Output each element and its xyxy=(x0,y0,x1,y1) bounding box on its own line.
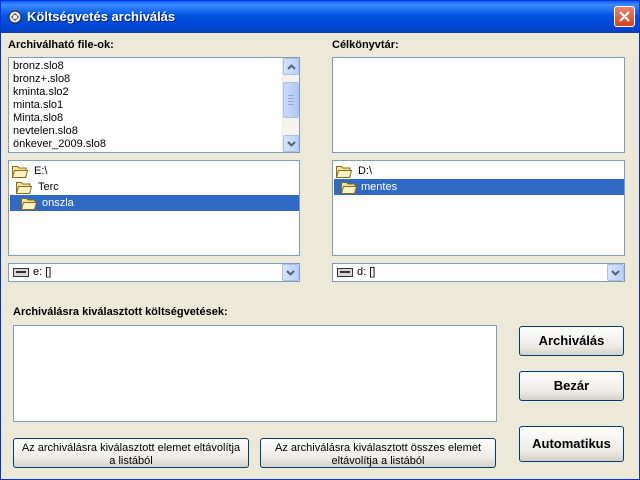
folder-open-icon xyxy=(336,166,352,178)
window-title: Költségvetés archiválás xyxy=(27,9,176,24)
folder-open-icon xyxy=(12,166,28,178)
remove-selected-button[interactable]: Az archiválásra kiválasztott elemet eltá… xyxy=(13,438,249,468)
file-item[interactable]: önkever_2009.slo8 xyxy=(9,138,299,151)
source-files-label: Archiválható file-ok: xyxy=(8,39,114,51)
chevron-down-icon xyxy=(287,141,296,147)
auto-button[interactable]: Automatikus xyxy=(519,426,624,462)
folder-open-icon xyxy=(341,182,357,194)
target-folder-list[interactable]: D:\ mentes xyxy=(332,160,625,256)
file-item[interactable]: bronz+.slo8 xyxy=(9,73,299,86)
target-file-list[interactable] xyxy=(332,57,625,153)
archive-button[interactable]: Archiválás xyxy=(519,326,624,356)
remove-all-label: Az archiválásra kiválasztott összes elem… xyxy=(274,442,482,467)
archive-button-label: Archiválás xyxy=(538,333,605,348)
chevron-down-icon xyxy=(611,270,620,276)
source-drive-value: e: [] xyxy=(33,266,52,278)
target-drive-select[interactable]: d: [] xyxy=(332,263,625,282)
source-drive-select[interactable]: e: [] xyxy=(8,263,300,282)
target-folder-label: Célkönyvtár: xyxy=(332,39,399,51)
file-item[interactable]: minta.slo1 xyxy=(9,99,299,112)
scroll-thumb[interactable] xyxy=(283,82,299,118)
folder-open-icon xyxy=(16,182,32,194)
source-file-list[interactable]: bronz.slo8 bronz+.slo8 kminta.slo2 minta… xyxy=(8,57,300,153)
file-item[interactable]: Minta.slo8 xyxy=(9,112,299,125)
archive-app-icon xyxy=(8,10,22,24)
target-drive-value: d: [] xyxy=(357,266,376,278)
scroll-up-button[interactable] xyxy=(283,58,299,75)
scroll-down-button[interactable] xyxy=(283,135,299,152)
file-item[interactable]: nevtelen.slo8 xyxy=(9,125,299,138)
title-bar[interactable]: Költségvetés archiválás xyxy=(1,1,639,33)
folder-item-mentes[interactable]: mentes xyxy=(334,179,624,195)
close-window-button[interactable] xyxy=(614,6,635,27)
folder-open-icon xyxy=(21,198,37,210)
drive-icon xyxy=(13,268,29,277)
selected-list[interactable] xyxy=(13,325,497,422)
folder-label: Terc xyxy=(38,181,59,193)
folder-item-root[interactable]: E:\ xyxy=(12,163,212,179)
close-icon xyxy=(619,11,630,22)
folder-label: onszla xyxy=(42,197,74,209)
archive-dialog: Költségvetés archiválás Archiválható fil… xyxy=(0,0,640,480)
remove-selected-label: Az archiválásra kiválasztott elemet eltá… xyxy=(21,442,241,467)
chevron-down-icon xyxy=(286,270,295,276)
auto-button-label: Automatikus xyxy=(532,436,611,451)
close-button[interactable]: Bezár xyxy=(519,371,624,401)
folder-label: D:\ xyxy=(358,165,373,177)
folder-item-root[interactable]: D:\ xyxy=(336,163,536,179)
close-button-label: Bezár xyxy=(553,378,590,393)
drive-icon xyxy=(337,268,353,277)
file-item[interactable]: bronz.slo8 xyxy=(9,60,299,73)
remove-all-button[interactable]: Az archiválásra kiválasztott összes elem… xyxy=(260,438,496,468)
folder-label: E:\ xyxy=(34,165,48,177)
selected-list-label: Archiválásra kiválasztott költségvetések… xyxy=(13,306,228,318)
dropdown-button[interactable] xyxy=(607,264,624,281)
source-file-scrollbar[interactable] xyxy=(282,58,299,152)
file-item[interactable]: kminta.slo2 xyxy=(9,86,299,99)
chevron-up-icon xyxy=(287,64,296,70)
folder-item-terc[interactable]: Terc xyxy=(16,179,216,195)
source-folder-list[interactable]: E:\ Terc onszla xyxy=(8,160,300,256)
folder-item-onszla[interactable]: onszla xyxy=(10,195,299,211)
dropdown-button[interactable] xyxy=(282,264,299,281)
folder-label: mentes xyxy=(361,181,398,193)
